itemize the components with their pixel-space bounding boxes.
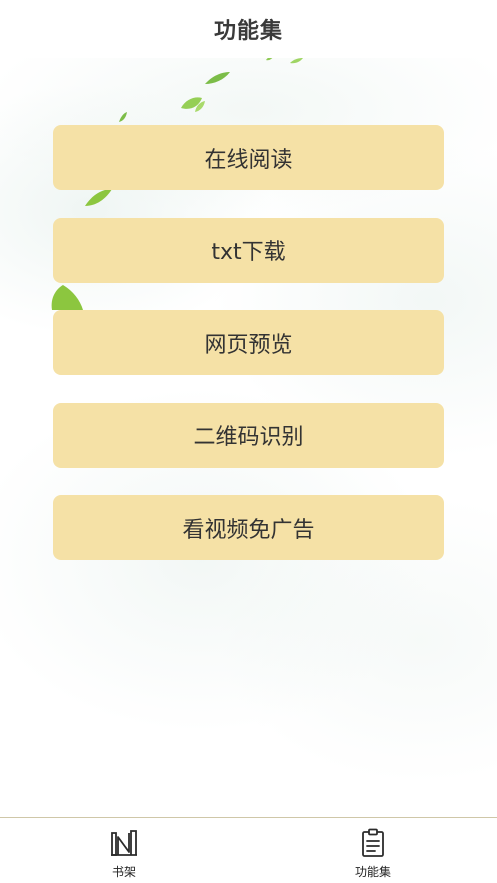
qr-code-scan-button[interactable]: 二维码识别 xyxy=(53,402,444,468)
bookshelf-icon xyxy=(111,830,137,856)
online-reading-button[interactable]: 在线阅读 xyxy=(53,125,444,190)
ad-free-video-label: 看视频免广告 xyxy=(182,517,315,543)
web-preview-button[interactable]: 网页预览 xyxy=(53,310,444,375)
txt-download-label: txt下载 xyxy=(211,240,286,265)
leaf-5 xyxy=(290,58,303,64)
header-bar: 功能集 xyxy=(0,0,497,58)
online-reading-label: 在线阅读 xyxy=(204,147,293,173)
clipboard-icon xyxy=(362,828,384,857)
leaf-1 xyxy=(205,72,230,84)
tab-features[interactable]: 功能集 xyxy=(313,828,433,882)
tab-features-label: 功能集 xyxy=(354,865,391,879)
bottom-tab-bar: 书架 功能集 xyxy=(0,817,497,883)
tab-bookshelf[interactable]: 书架 xyxy=(64,828,184,882)
page: 功能集 在线阅读 txt下载 网页预览 二维码识别 看视频免广告 书架 功能集 xyxy=(0,0,497,883)
tab-bookshelf-label: 书架 xyxy=(111,865,136,879)
page-title: 功能集 xyxy=(213,19,283,44)
ad-free-video-button[interactable]: 看视频免广告 xyxy=(53,495,444,560)
web-preview-label: 网页预览 xyxy=(204,332,293,358)
leaf-6 xyxy=(119,112,127,122)
feature-menu: 在线阅读 txt下载 网页预览 二维码识别 看视频免广告 xyxy=(53,125,444,588)
txt-download-button[interactable]: txt下载 xyxy=(53,217,444,283)
qr-code-scan-label: 二维码识别 xyxy=(193,425,304,450)
